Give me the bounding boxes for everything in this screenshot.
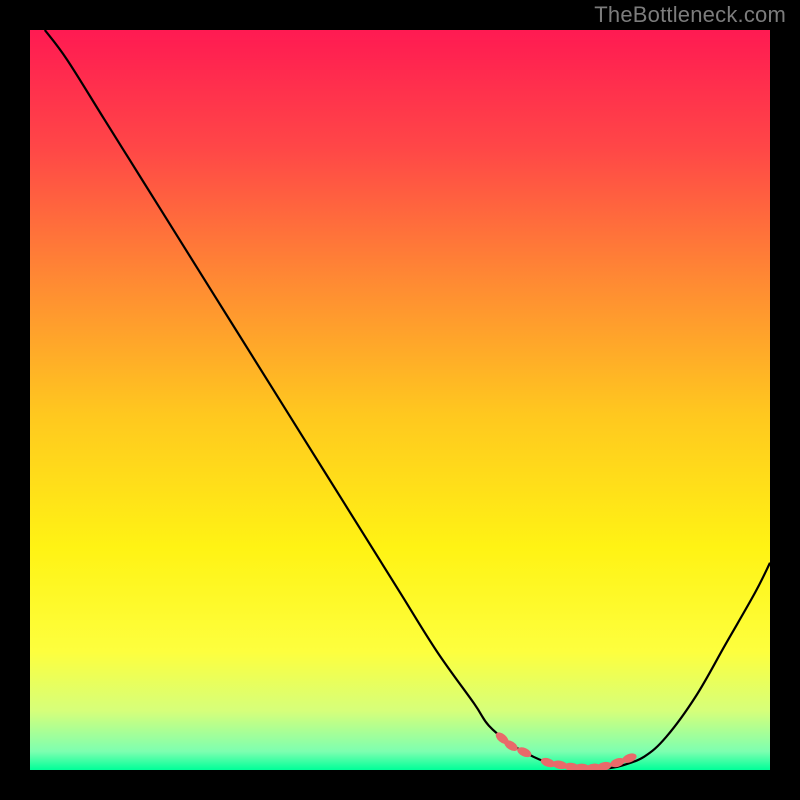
attribution-label: TheBottleneck.com bbox=[594, 2, 786, 28]
gradient-background bbox=[30, 30, 770, 770]
bottleneck-chart bbox=[30, 30, 770, 770]
chart-container: TheBottleneck.com bbox=[0, 0, 800, 800]
